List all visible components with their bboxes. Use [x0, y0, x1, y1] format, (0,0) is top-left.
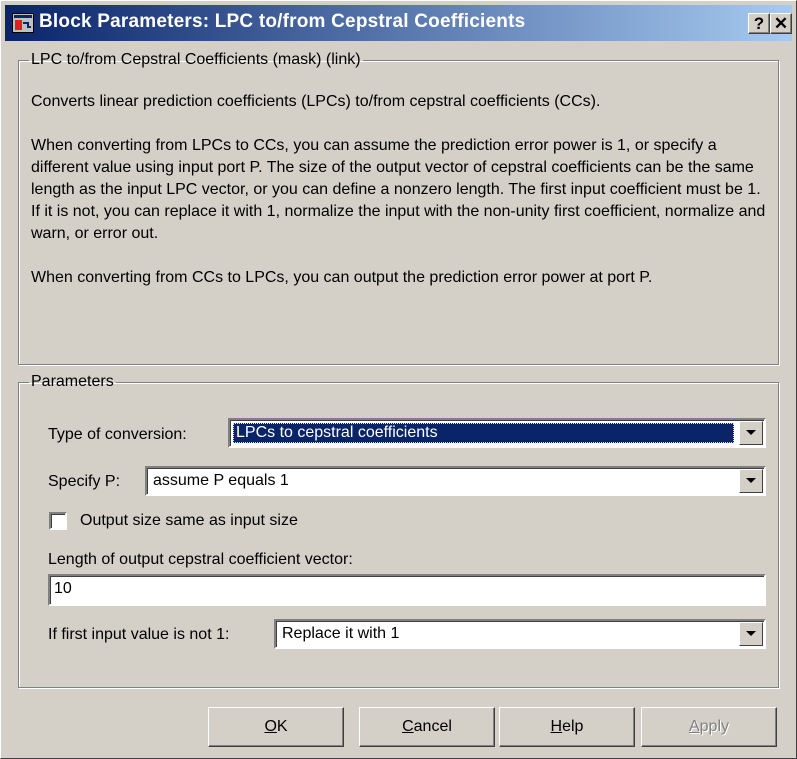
- help-mnemonic: H: [550, 718, 563, 735]
- conversion-type-dropdown[interactable]: LPCs to cepstral coefficients: [228, 418, 766, 448]
- first-value-label: If first input value is not 1:: [48, 626, 230, 643]
- window-title: Block Parameters: LPC to/from Cepstral C…: [39, 11, 526, 32]
- dropdown-arrow-icon[interactable]: [739, 469, 763, 493]
- description-group-title: LPC to/from Cepstral Coefficients (mask)…: [31, 51, 361, 68]
- dropdown-arrow-icon[interactable]: [739, 622, 763, 646]
- description-paragraph: When converting from CCs to LPCs, you ca…: [31, 269, 653, 286]
- help-label: elp: [562, 718, 584, 735]
- description-paragraph: Converts linear prediction coefficients …: [31, 93, 601, 110]
- ok-label: K: [276, 718, 288, 735]
- cancel-button[interactable]: Cancel: [359, 707, 495, 747]
- title-bar[interactable]: Block Parameters: LPC to/from Cepstral C…: [5, 5, 792, 41]
- cancel-label: ancel: [413, 718, 452, 735]
- specify-p-value: assume P equals 1: [153, 472, 289, 489]
- help-button[interactable]: Help: [499, 707, 635, 747]
- help-icon[interactable]: ?: [748, 13, 770, 34]
- conversion-type-label: Type of conversion:: [48, 426, 187, 443]
- first-value-value: Replace it with 1: [282, 625, 400, 642]
- dropdown-arrow-icon[interactable]: [739, 421, 763, 445]
- apply-label: pply: [699, 718, 730, 735]
- conversion-type-value: LPCs to cepstral coefficients: [233, 423, 734, 443]
- ok-mnemonic: O: [264, 718, 277, 735]
- ok-button[interactable]: OK: [208, 707, 344, 747]
- apply-button[interactable]: Apply: [641, 707, 777, 747]
- specify-p-dropdown[interactable]: assume P equals 1: [145, 466, 766, 496]
- description-group: LPC to/from Cepstral Coefficients (mask)…: [18, 51, 779, 365]
- block-parameters-dialog: Block Parameters: LPC to/from Cepstral C…: [0, 0, 797, 759]
- cancel-mnemonic: C: [402, 718, 414, 735]
- simulink-block-icon: [12, 13, 34, 33]
- close-icon[interactable]: ✕: [770, 13, 792, 34]
- output-size-label[interactable]: Output size same as input size: [80, 512, 298, 530]
- apply-mnemonic: A: [688, 718, 700, 735]
- output-length-field[interactable]: 10: [48, 574, 766, 606]
- specify-p-label: Specify P:: [48, 473, 121, 490]
- first-value-dropdown[interactable]: Replace it with 1: [274, 619, 766, 649]
- description-paragraph: When converting from LPCs to CCs, you ca…: [31, 137, 766, 242]
- output-length-label: Length of output cepstral coefficient ve…: [48, 551, 353, 568]
- output-size-checkbox[interactable]: [49, 512, 67, 530]
- parameters-group-title: Parameters: [31, 373, 114, 390]
